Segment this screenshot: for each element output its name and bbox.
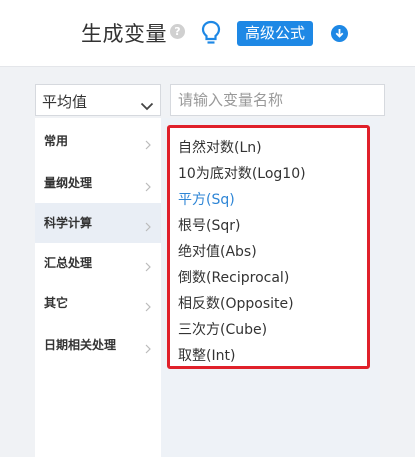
chevron-right-icon [145,217,151,236]
chevron-right-icon [145,297,151,316]
variable-search-input[interactable] [170,84,385,116]
sidebar-item-label: 科学计算 [44,216,93,230]
advanced-formula-button[interactable]: 高级公式 [237,21,314,46]
sidebar-item-summary[interactable]: 汇总处理 [35,243,161,283]
chevron-right-icon [145,177,151,196]
sidebar-item-other[interactable]: 其它 [35,283,161,323]
function-item-sq[interactable]: 平方(Sq) [178,189,235,209]
chevron-right-icon [145,339,151,358]
category-sidebar: 常用 量纲处理 科学计算 汇总处理 其它 日期相关处理 [35,118,161,457]
function-item-opposite[interactable]: 相反数(Opposite) [178,293,294,313]
function-item-reciprocal[interactable]: 倒数(Reciprocal) [178,267,289,287]
sidebar-item-label: 日期相关处理 [44,338,117,352]
page-title: 生成变量 [81,22,167,46]
download-icon[interactable] [331,25,348,42]
sidebar-item-label: 量纲处理 [44,176,93,190]
aggregate-select[interactable]: 平均值 [35,84,161,116]
header-bar: 生成变量 ? 高级公式 [0,0,415,67]
chevron-right-icon [145,135,151,154]
function-item-cube[interactable]: 三次方(Cube) [178,319,267,339]
function-item-log10[interactable]: 10为底对数(Log10) [178,163,306,183]
chevron-down-icon [140,96,154,115]
function-item-sqr[interactable]: 根号(Sqr) [178,215,240,235]
function-list: 自然对数(Ln) 10为底对数(Log10) 平方(Sq) 根号(Sqr) 绝对… [167,125,370,369]
sidebar-item-date[interactable]: 日期相关处理 [35,325,161,365]
sidebar-item-common[interactable]: 常用 [35,121,161,161]
sidebar-item-scientific[interactable]: 科学计算 [35,203,161,243]
aggregate-select-value: 平均值 [42,93,88,111]
function-item-int[interactable]: 取整(Int) [178,345,235,365]
sidebar-item-label: 常用 [44,134,69,148]
lightbulb-icon[interactable] [200,20,222,46]
function-item-ln[interactable]: 自然对数(Ln) [178,137,262,157]
question-icon[interactable]: ? [170,24,185,39]
chevron-right-icon [145,257,151,276]
sidebar-item-label: 其它 [44,296,69,310]
sidebar-item-label: 汇总处理 [44,256,93,270]
sidebar-item-dimension[interactable]: 量纲处理 [35,163,161,203]
function-item-abs[interactable]: 绝对值(Abs) [178,241,257,261]
